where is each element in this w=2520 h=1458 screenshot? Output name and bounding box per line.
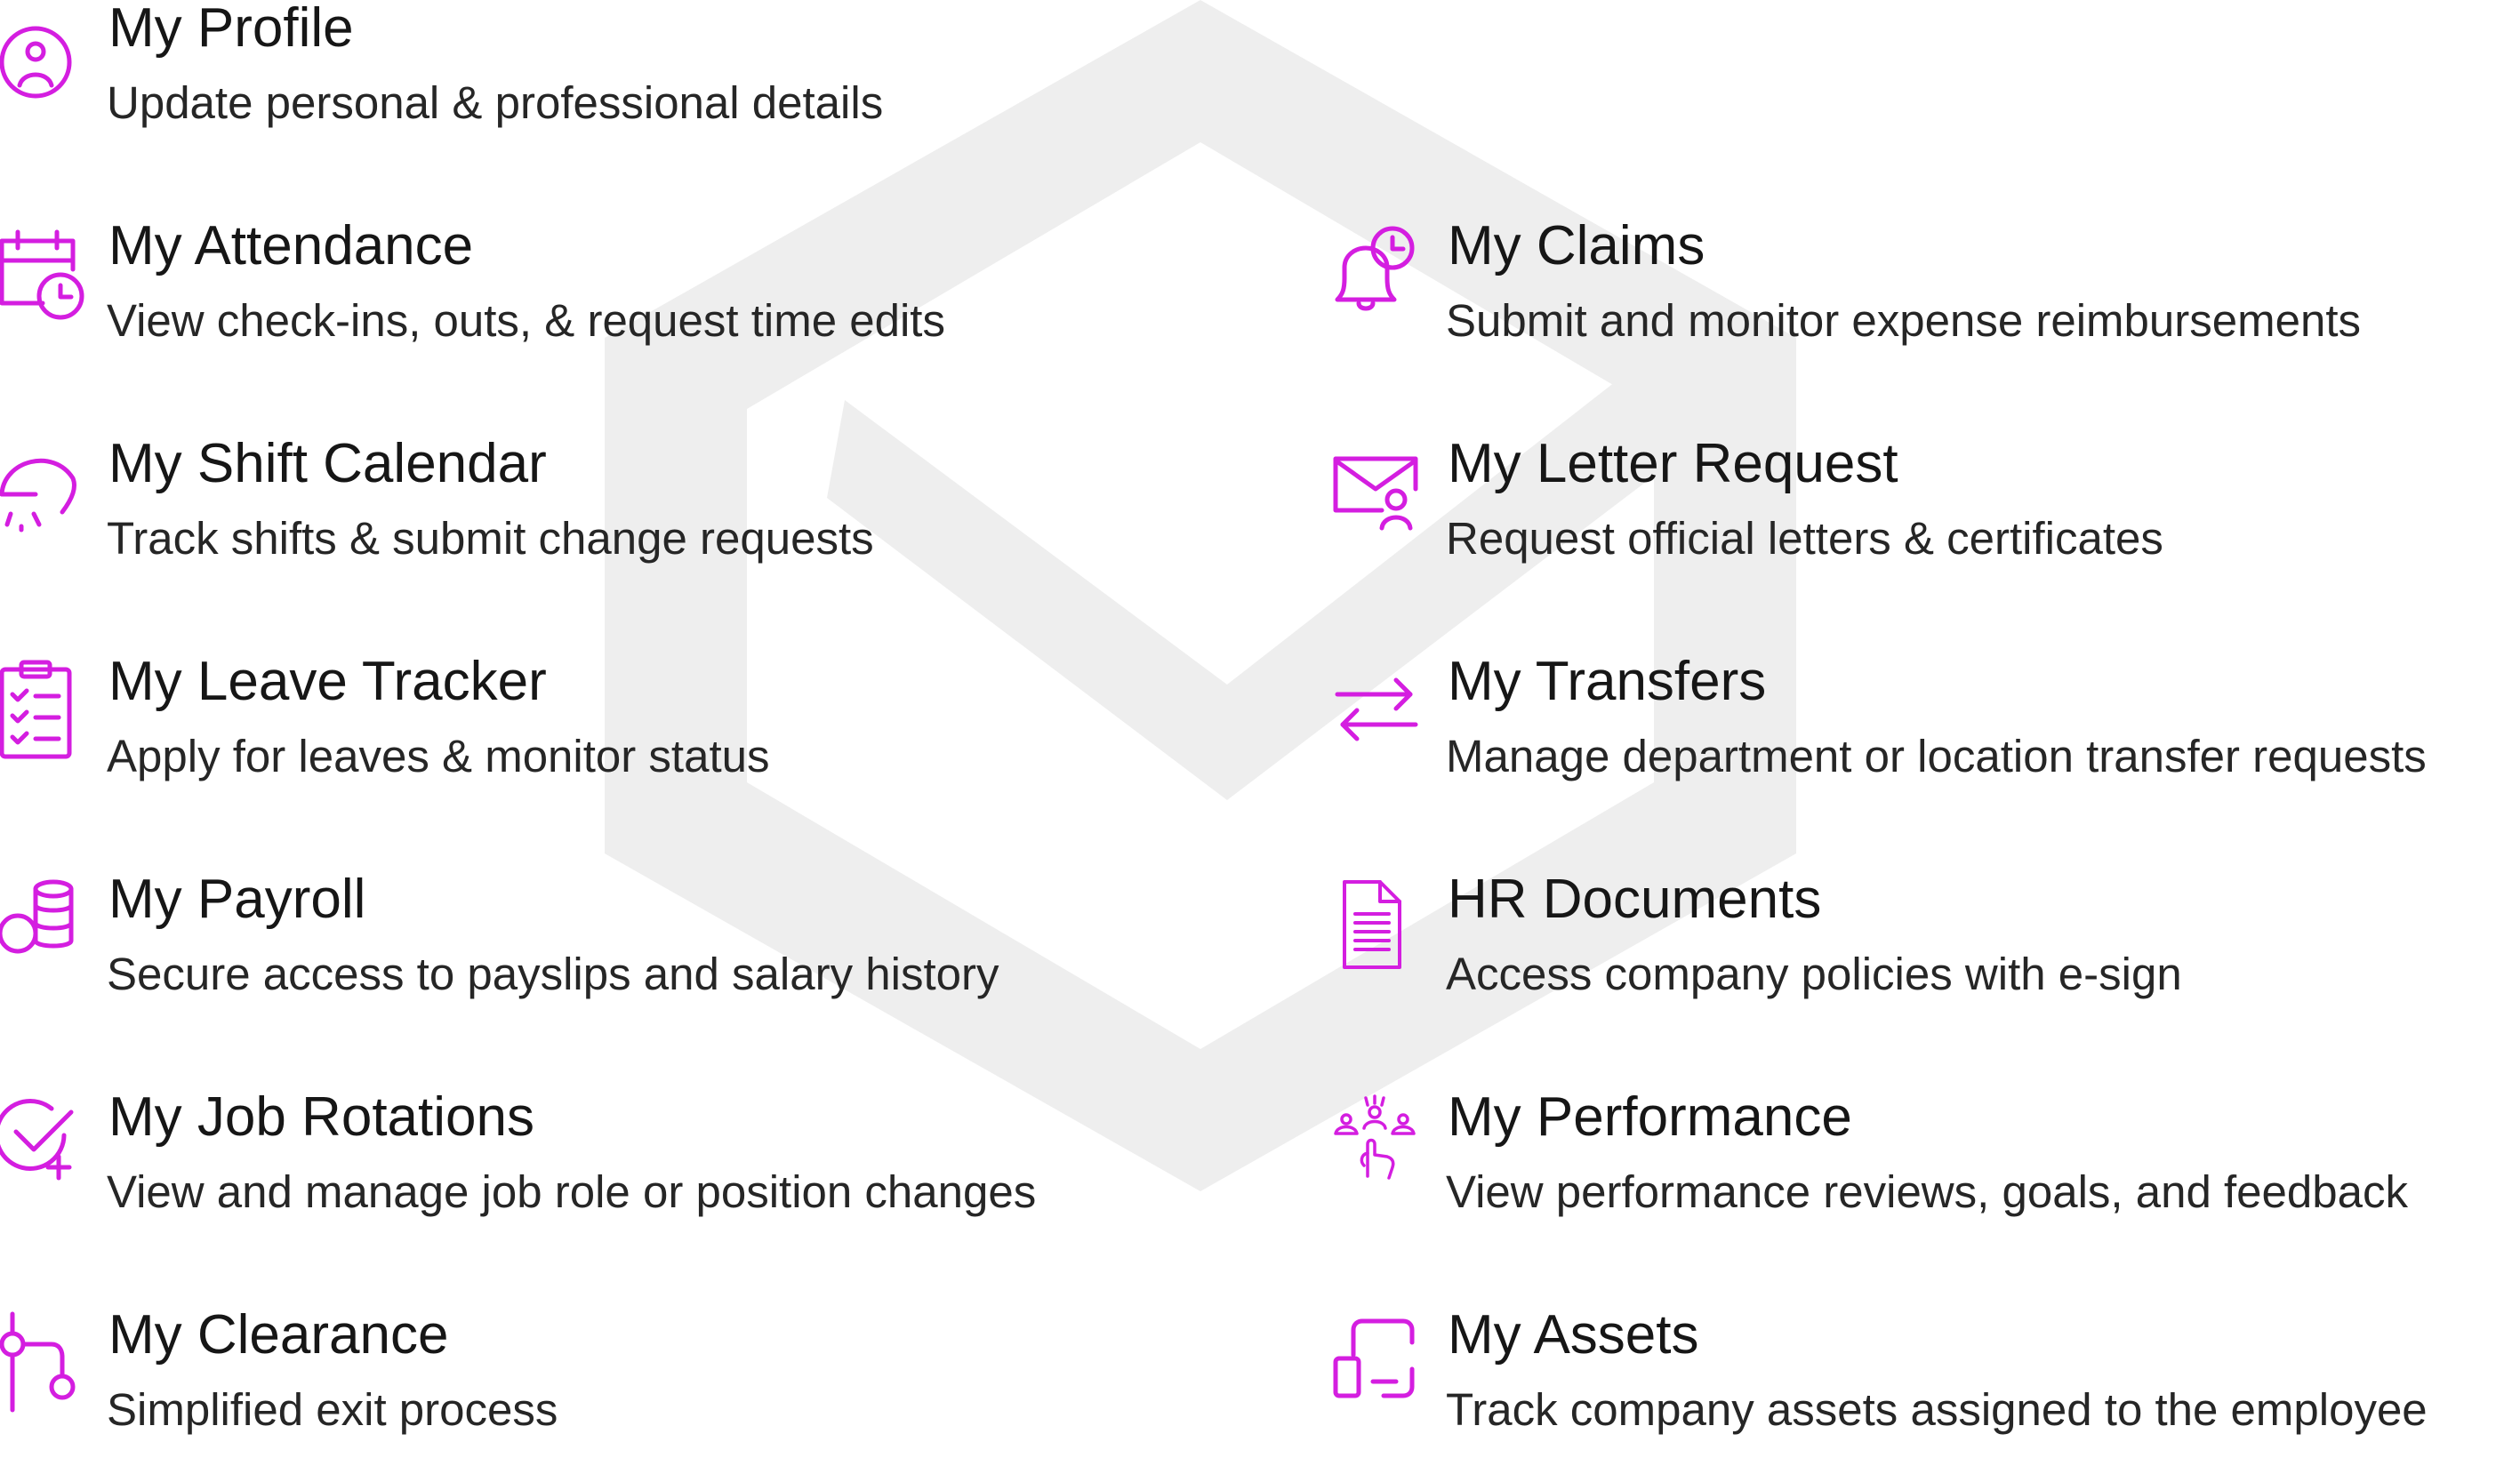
feature-description: View performance reviews, goals, and fee… bbox=[1446, 1166, 2408, 1217]
feature-title: My Job Rotations bbox=[108, 1086, 534, 1148]
feature-title: HR Documents bbox=[1448, 869, 1822, 930]
feature-title: My Claims bbox=[1448, 215, 1705, 276]
envelope-user-icon bbox=[1332, 443, 1421, 532]
feature-title: My Letter Request bbox=[1448, 433, 1898, 494]
user-profile-icon bbox=[0, 7, 89, 99]
feature-title: My Clearance bbox=[108, 1304, 449, 1366]
feature-my-job-rotations[interactable]: My Job Rotations View and manage job rol… bbox=[0, 1086, 1245, 1240]
feature-description: Request official letters & certificates bbox=[1446, 513, 2163, 564]
clipboard-checklist-icon bbox=[0, 660, 89, 759]
feature-description: View and manage job role or position cha… bbox=[107, 1166, 1037, 1217]
feature-title: My Assets bbox=[1448, 1304, 1699, 1366]
feature-description: Manage department or location transfer r… bbox=[1446, 731, 2427, 781]
feature-description: Track shifts & submit change requests bbox=[107, 513, 874, 564]
feature-description: View check-ins, outs, & request time edi… bbox=[107, 295, 945, 346]
feature-my-transfers[interactable]: My Transfers Manage department or locati… bbox=[1332, 651, 2520, 805]
feature-my-claims[interactable]: My Claims Submit and monitor expense rei… bbox=[1332, 215, 2520, 369]
git-branch-icon bbox=[0, 1311, 89, 1413]
document-icon bbox=[1332, 878, 1421, 969]
feature-my-attendance[interactable]: My Attendance View check-ins, outs, & re… bbox=[0, 215, 1245, 369]
feature-my-profile[interactable]: My Profile Update personal & professiona… bbox=[0, 0, 1245, 151]
shift-gauge-icon bbox=[0, 443, 89, 533]
feature-my-clearance[interactable]: My Clearance Simplified exit process bbox=[0, 1304, 1245, 1458]
check-circle-plus-icon bbox=[0, 1096, 89, 1185]
feature-description: Update personal & professional details bbox=[107, 77, 884, 128]
feature-title: My Payroll bbox=[108, 869, 366, 930]
calendar-clock-icon bbox=[0, 225, 89, 320]
feature-my-payroll[interactable]: My Payroll Secure access to payslips and… bbox=[0, 869, 1245, 1022]
feature-description: Secure access to payslips and salary his… bbox=[107, 949, 999, 999]
feature-title: My Profile bbox=[108, 0, 354, 59]
feature-title: My Shift Calendar bbox=[108, 433, 547, 494]
feature-title: My Attendance bbox=[108, 215, 474, 276]
asset-frame-icon bbox=[1332, 1314, 1421, 1403]
feature-description: Apply for leaves & monitor status bbox=[107, 731, 770, 781]
feature-my-performance[interactable]: My Performance View performance reviews,… bbox=[1332, 1086, 2520, 1240]
features-grid: My Profile Update personal & professiona… bbox=[0, 0, 2520, 1445]
feature-description: Track company assets assigned to the emp… bbox=[1446, 1384, 2428, 1435]
feature-my-leave-tracker[interactable]: My Leave Tracker Apply for leaves & moni… bbox=[0, 651, 1245, 805]
feature-description: Simplified exit process bbox=[107, 1384, 558, 1435]
feature-hr-documents[interactable]: HR Documents Access company policies wit… bbox=[1332, 869, 2520, 1022]
transfer-arrows-icon bbox=[1332, 661, 1421, 749]
feature-title: My Leave Tracker bbox=[108, 651, 547, 712]
feature-description: Access company policies with e-sign bbox=[1446, 949, 2182, 999]
feature-title: My Transfers bbox=[1448, 651, 1767, 712]
bell-clock-icon bbox=[1332, 225, 1421, 314]
feature-my-letter-request[interactable]: My Letter Request Request official lette… bbox=[1332, 433, 2520, 587]
team-pointer-icon bbox=[1332, 1094, 1421, 1185]
feature-my-shift-calendar[interactable]: My Shift Calendar Track shifts & submit … bbox=[0, 433, 1245, 587]
feature-my-assets[interactable]: My Assets Track company assets assigned … bbox=[1332, 1304, 2520, 1458]
feature-description: Submit and monitor expense reimbursement… bbox=[1446, 295, 2361, 346]
feature-title: My Performance bbox=[1448, 1086, 1852, 1148]
coins-stack-icon bbox=[0, 878, 89, 967]
